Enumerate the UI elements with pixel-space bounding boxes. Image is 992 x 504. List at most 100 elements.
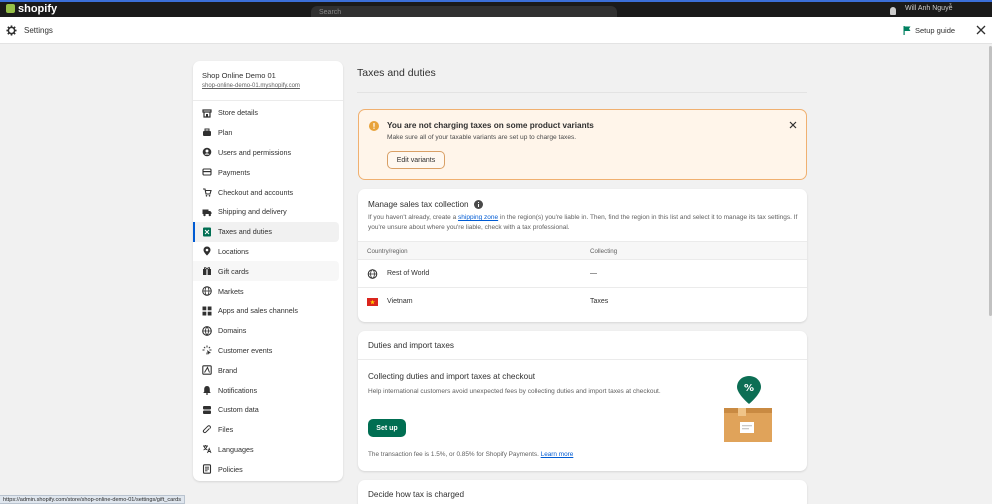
sidebar-item-plan[interactable]: Plan [193,123,339,143]
sidebar-item-apps-and-sales-channels[interactable]: Apps and sales channels [193,301,339,321]
sidebar-item-label: Languages [218,444,254,454]
flag-icon [903,26,911,35]
sidebar-item-label: Custom data [218,405,259,415]
location-icon [203,246,211,256]
apps-icon [202,306,212,316]
logo-text: shopify [18,3,58,15]
card-title: Decide how tax is charged [368,490,465,499]
page-title: Settings [24,26,53,35]
sidebar-item-custom-data[interactable]: Custom data [193,400,339,420]
collecting-value: — [590,270,597,277]
shopify-topbar: shopify Search Will Anh Nguyễ [0,0,992,17]
sidebar-item-taxes-and-duties[interactable]: Taxes and duties [193,221,339,242]
settings-sidebar: Shop Online Demo 01 shop-online-demo-01.… [193,61,343,481]
bell-icon[interactable] [890,7,896,15]
sidebar-item-label: Plan [218,128,233,138]
warning-icon [369,121,379,131]
sidebar-item-customer-events[interactable]: Customer events [193,341,339,361]
sidebar-item-label: Taxes and duties [218,227,272,237]
shopify-bag-icon [6,4,15,13]
plan-icon [203,128,211,136]
user-icon [202,148,212,157]
sidebar-item-users-and-permissions[interactable]: Users and permissions [193,143,339,163]
sidebar-item-label: Domains [218,326,247,336]
table-row[interactable]: Vietnam Taxes [358,288,807,316]
status-bar-url: https://admin.shopify.com/store/shop-onl… [0,495,186,504]
table-row[interactable]: Rest of World — [358,260,807,288]
region-name: Vietnam [387,298,413,305]
sidebar-item-label: Store details [218,108,258,118]
sidebar-item-domains[interactable]: Domains [193,321,339,341]
region-name: Rest of World [387,270,430,277]
divider [357,92,807,93]
card-title: Manage sales tax collection [368,200,483,209]
close-icon[interactable] [789,121,797,129]
events-icon [202,345,212,356]
divider [358,359,807,360]
shipping-zone-link[interactable]: shipping zone [458,214,498,221]
settings-header: Settings Setup guide [0,17,992,44]
sidebar-item-label: Apps and sales channels [218,306,298,316]
sales-tax-title: Manage sales tax collection [368,200,469,209]
set-up-button[interactable]: Set up [368,419,406,437]
close-icon[interactable] [975,24,987,36]
sidebar-item-brand[interactable]: Brand [193,360,339,380]
edit-variants-button[interactable]: Edit variants [387,151,445,169]
sidebar-item-label: Notifications [218,385,258,395]
info-icon[interactable] [473,200,483,209]
payments-icon [202,168,212,176]
duties-subtitle: Collecting duties and import taxes at ch… [368,372,536,381]
card-description: If you haven't already, create a shippin… [368,213,798,233]
banner-subtitle: Make sure all of your taxable variants a… [387,134,577,141]
sidebar-item-shipping-and-delivery[interactable]: Shipping and delivery [193,202,339,222]
sidebar-item-languages[interactable]: Languages [193,440,339,460]
sidebar-item-label: Gift cards [218,266,249,276]
language-icon [203,445,212,454]
sidebar-item-label: Policies [218,464,243,474]
sidebar-item-notifications[interactable]: Notifications [193,380,339,400]
column-header-region: Country/region [367,248,408,255]
checkout-icon [203,188,212,197]
card-title: Duties and import taxes [368,341,455,350]
tax-charge-card: Decide how tax is charged [358,480,807,504]
paperclip-icon [202,424,211,433]
search-input[interactable]: Search [311,6,617,17]
sidebar-item-label: Users and permissions [218,147,292,157]
store-info: Shop Online Demo 01 shop-online-demo-01.… [193,61,343,101]
sidebar-item-policies[interactable]: Policies [193,459,339,479]
domains-icon [202,325,212,336]
gift-icon [203,267,211,276]
sidebar-item-store-details[interactable]: Store details [193,103,339,123]
column-header-collecting: Collecting [590,248,618,255]
setup-guide-button[interactable]: Setup guide [903,26,955,35]
duties-card: Duties and import taxes Collecting dutie… [358,331,807,471]
sidebar-item-label: Payments [218,167,250,177]
brand-icon [202,365,212,375]
sidebar-item-label: Markets [218,286,244,296]
store-name: Shop Online Demo 01 [202,71,276,80]
sidebar-item-checkout-and-accounts[interactable]: Checkout and accounts [193,182,339,202]
sidebar-item-payments[interactable]: Payments [193,162,339,182]
sidebar-item-markets[interactable]: Markets [193,281,339,301]
store-icon [202,109,212,118]
fee-text-body: The transaction fee is 1.5%, or 0.85% fo… [368,451,541,458]
sidebar-item-label: Customer events [218,345,273,355]
bell-icon [203,386,211,395]
section-title: Taxes and duties [357,67,436,79]
sidebar-item-gift-cards[interactable]: Gift cards [193,261,339,282]
sidebar-item-label: Shipping and delivery [218,207,287,217]
tax-icon [203,227,211,237]
sidebar-item-locations[interactable]: Locations [193,242,339,262]
duties-description: Help international customers avoid unexp… [368,388,661,395]
gear-icon [6,25,17,36]
learn-more-link[interactable]: Learn more [541,451,574,458]
setup-guide-label: Setup guide [915,26,956,35]
sidebar-item-files[interactable]: Files [193,420,339,440]
store-url-link[interactable]: shop-online-demo-01.myshopify.com [202,83,334,89]
vietnam-flag-icon [367,298,378,306]
shopify-logo[interactable]: shopify [6,3,57,15]
banner-title: You are not charging taxes on some produ… [387,121,594,130]
sidebar-item-label: Brand [218,365,238,375]
store-account[interactable]: Will Anh Nguyễ [905,5,952,12]
svg-text:%: % [744,383,754,394]
